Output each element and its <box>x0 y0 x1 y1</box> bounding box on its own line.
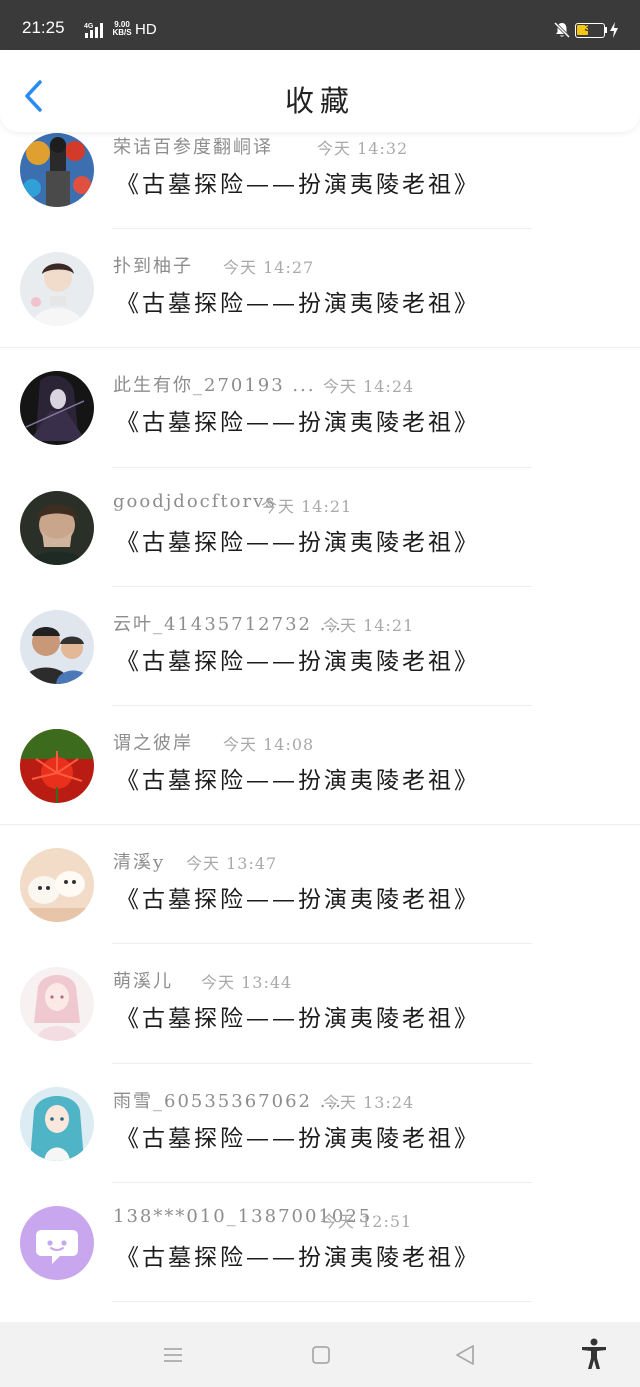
user-name[interactable]: 谓之彼岸 <box>113 729 193 755</box>
saved-time: 今天 13:24 <box>323 1092 415 1112</box>
book-title[interactable]: 《古墓探险——扮演夷陵老祖》 <box>116 761 480 795</box>
saved-time: 今天 14:27 <box>223 258 315 278</box>
favorites-list-content: 荣诘百参度翻峒译 今天 14:32 《古墓探险——扮演夷陵老祖》 扑到柚子 今天… <box>0 132 640 1322</box>
avatar[interactable] <box>20 371 94 446</box>
avatar-image <box>20 371 94 446</box>
user-name[interactable]: goodjdocftorvs <box>113 491 276 512</box>
user-name[interactable]: 此生有你_270193 ... <box>113 371 316 397</box>
avatar[interactable] <box>20 1086 94 1161</box>
book-title[interactable]: 《古墓探险——扮演夷陵老祖》 <box>116 1238 480 1272</box>
list-item[interactable]: 扑到柚子 今天 14:27 《古墓探险——扮演夷陵老祖》 <box>0 229 640 349</box>
avatar[interactable] <box>20 609 94 684</box>
battery-cap <box>605 27 607 33</box>
accessibility-icon[interactable] <box>580 1338 608 1370</box>
battery-icon: 39 <box>575 23 605 38</box>
avatar-image <box>20 1086 94 1161</box>
list-item[interactable]: 谓之彼岸 今天 14:08 《古墓探险——扮演夷陵老祖》 <box>0 706 640 826</box>
saved-time: 今天 12:51 <box>321 1211 413 1231</box>
book-title[interactable]: 《古墓探险——扮演夷陵老祖》 <box>116 880 480 914</box>
avatar[interactable] <box>20 967 94 1042</box>
saved-time: 今天 14:21 <box>261 496 353 516</box>
book-title[interactable]: 《古墓探险——扮演夷陵老祖》 <box>116 523 480 557</box>
network-type: 4G <box>84 23 94 30</box>
user-name[interactable]: 萌溪儿 <box>113 967 173 993</box>
book-title[interactable]: 《古墓探险——扮演夷陵老祖》 <box>116 284 480 318</box>
signal-icon: 4G <box>84 23 103 38</box>
list-item[interactable]: 清溪y 今天 13:47 《古墓探险——扮演夷陵老祖》 <box>0 825 640 945</box>
list-item[interactable]: 云叶_41435712732 ... 今天 14:21 《古墓探险——扮演夷陵老… <box>0 587 640 706</box>
avatar[interactable] <box>20 252 94 327</box>
user-name[interactable]: 扑到柚子 <box>113 252 193 278</box>
book-title[interactable]: 《古墓探险——扮演夷陵老祖》 <box>116 165 480 199</box>
page-title: 收藏 <box>284 84 355 118</box>
book-title[interactable]: 《古墓探险——扮演夷陵老祖》 <box>116 403 480 437</box>
avatar-image <box>20 967 94 1042</box>
saved-time: 今天 14:08 <box>223 734 315 754</box>
status-time: 21:25 <box>22 18 65 37</box>
list-item-partial[interactable] <box>0 1302 640 1322</box>
user-name[interactable]: 雨雪_60535367062 ... <box>113 1087 343 1113</box>
book-title[interactable]: 《古墓探险——扮演夷陵老祖》 <box>116 642 480 676</box>
user-name[interactable]: 荣诘百参度翻峒译 <box>113 133 273 159</box>
status-bar: 21:25 4G 9.00 KB/S HD 39 <box>0 0 640 50</box>
avatar-image <box>20 490 94 565</box>
home-square-icon[interactable] <box>308 1342 334 1368</box>
menu-icon[interactable] <box>160 1342 186 1368</box>
avatar-image <box>20 848 94 923</box>
list-item[interactable]: 荣诘百参度翻峒译 今天 14:32 《古墓探险——扮演夷陵老祖》 <box>0 132 640 230</box>
avatar-image <box>20 252 94 327</box>
battery-percent: 39 <box>584 23 596 34</box>
user-name[interactable]: 清溪y <box>113 848 165 874</box>
navigation-bar <box>0 1322 640 1387</box>
favorites-list[interactable]: 荣诘百参度翻峒译 今天 14:32 《古墓探险——扮演夷陵老祖》 扑到柚子 今天… <box>0 132 640 1322</box>
list-item[interactable]: 雨雪_60535367062 ... 今天 13:24 《古墓探险——扮演夷陵老… <box>0 1064 640 1183</box>
saved-time: 今天 13:47 <box>186 854 278 874</box>
book-title[interactable]: 《古墓探险——扮演夷陵老祖》 <box>116 1119 480 1153</box>
list-item[interactable]: goodjdocftorvs 今天 14:21 《古墓探险——扮演夷陵老祖》 <box>0 468 640 587</box>
mute-bell-icon <box>553 21 571 39</box>
book-title[interactable]: 《古墓探险——扮演夷陵老祖》 <box>116 999 480 1033</box>
list-item[interactable]: 萌溪儿 今天 13:44 《古墓探险——扮演夷陵老祖》 <box>0 944 640 1064</box>
charging-bolt-icon <box>610 22 618 38</box>
header: 收藏 <box>0 50 640 132</box>
avatar[interactable] <box>20 1205 94 1280</box>
list-item[interactable]: 此生有你_270193 ... 今天 14:24 《古墓探险——扮演夷陵老祖》 <box>0 348 640 468</box>
speed-unit: KB/S <box>112 28 132 37</box>
back-triangle-icon[interactable] <box>452 1342 478 1368</box>
user-name[interactable]: 云叶_41435712732 ... <box>113 610 343 636</box>
avatar[interactable] <box>20 133 94 207</box>
avatar-image <box>20 609 94 684</box>
saved-time: 今天 13:44 <box>201 973 293 993</box>
avatar[interactable] <box>20 490 94 565</box>
hd-indicator: HD <box>135 21 157 38</box>
saved-time: 今天 14:24 <box>323 377 415 397</box>
saved-time: 今天 14:21 <box>323 615 415 635</box>
network-speed: 9.00 KB/S <box>111 21 133 37</box>
list-item[interactable]: 138***010_1387001025 今天 12:51 《古墓探险——扮演夷… <box>0 1183 640 1302</box>
default-chat-avatar-icon <box>20 1205 94 1280</box>
avatar-image <box>20 728 94 803</box>
avatar[interactable] <box>20 728 94 803</box>
avatar[interactable] <box>20 848 94 923</box>
saved-time: 今天 14:32 <box>317 139 409 158</box>
avatar-image <box>20 133 94 207</box>
